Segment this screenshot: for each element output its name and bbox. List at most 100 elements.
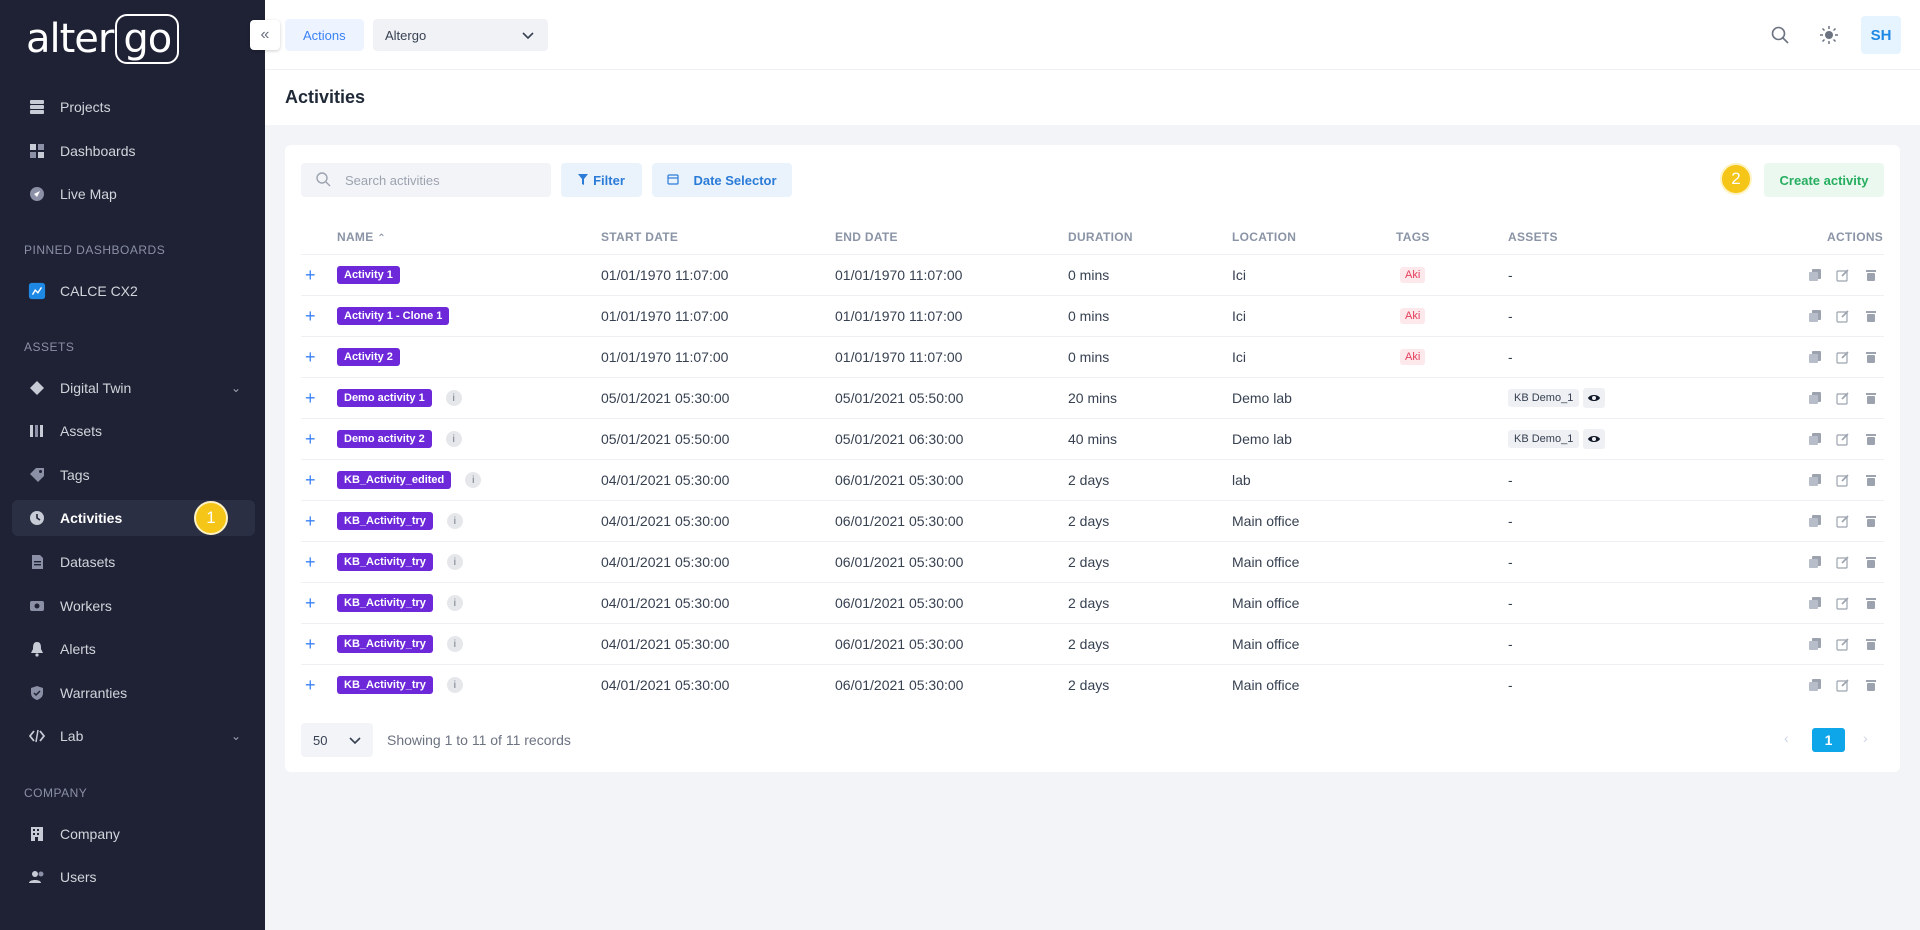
delete-icon[interactable] <box>1864 596 1878 610</box>
edit-icon[interactable] <box>1836 432 1850 446</box>
expand-row-icon[interactable]: + <box>305 337 316 377</box>
copy-icon[interactable] <box>1808 391 1822 405</box>
copy-icon[interactable] <box>1808 555 1822 569</box>
table-row[interactable]: + KB_Activity_try i 04/01/2021 05:30:00 06/0… <box>301 664 1884 705</box>
activity-name-badge[interactable]: KB_Activity_edited <box>337 471 452 489</box>
table-row[interactable]: + Activity 2 01/01/1970 11:07:00 01/01/1970… <box>301 336 1884 377</box>
actions-tab[interactable]: Actions <box>285 19 364 51</box>
activity-name-badge[interactable]: KB_Activity_try <box>337 553 433 571</box>
altergo-logo[interactable]: alter go <box>26 14 180 64</box>
previous-page-icon[interactable]: ‹ <box>1784 730 1789 746</box>
activity-name-badge[interactable]: Demo activity 2 <box>337 430 432 448</box>
activity-name-badge[interactable]: KB_Activity_try <box>337 676 433 694</box>
delete-icon[interactable] <box>1864 391 1878 405</box>
copy-icon[interactable] <box>1808 678 1822 692</box>
activity-name-badge[interactable]: Activity 1 - Clone 1 <box>337 307 450 325</box>
copy-icon[interactable] <box>1808 350 1822 364</box>
expand-row-icon[interactable]: + <box>305 665 316 705</box>
table-row[interactable]: + Demo activity 1 i 05/01/2021 05:30:00 05/0… <box>301 377 1884 418</box>
page-size-select[interactable]: 50 <box>301 723 373 757</box>
sidebar-item-datasets[interactable]: Datasets <box>12 544 255 580</box>
table-row[interactable]: + KB_Activity_try i 04/01/2021 05:30:00 06/0… <box>301 500 1884 541</box>
sidebar-item-assets[interactable]: Assets <box>12 413 255 449</box>
expand-row-icon[interactable]: + <box>305 542 316 582</box>
sidebar-item-live-map[interactable]: Live Map <box>12 176 255 212</box>
sidebar-item-workers[interactable]: Workers <box>12 588 255 624</box>
info-icon[interactable]: i <box>446 677 463 693</box>
column-header-end-date[interactable]: END DATE <box>835 230 898 244</box>
expand-row-icon[interactable]: + <box>305 296 316 336</box>
activity-name-badge[interactable]: KB_Activity_try <box>337 635 433 653</box>
table-row[interactable]: + KB_Activity_edited i 04/01/2021 05:30:00 0… <box>301 459 1884 500</box>
delete-icon[interactable] <box>1864 268 1878 282</box>
sidebar-item-warranties[interactable]: Warranties <box>12 675 255 711</box>
table-row[interactable]: + Activity 1 - Clone 1 01/01/1970 11:07:00… <box>301 295 1884 336</box>
theme-toggle-icon[interactable] <box>1817 23 1841 47</box>
column-header-location[interactable]: LOCATION <box>1232 230 1296 244</box>
activity-name-badge[interactable]: KB_Activity_try <box>337 594 433 612</box>
create-activity-button[interactable]: Create activity <box>1764 163 1884 197</box>
edit-icon[interactable] <box>1836 391 1850 405</box>
sidebar-item-users[interactable]: Users <box>12 859 255 895</box>
activity-name-badge[interactable]: Activity 1 <box>337 266 400 284</box>
asset-chip[interactable]: KB Demo_1 <box>1508 389 1580 407</box>
sidebar-item-tags[interactable]: Tags <box>12 457 255 493</box>
column-header-name[interactable]: NAME ⌃ <box>337 230 386 244</box>
search-input[interactable]: Search activities <box>301 163 551 197</box>
copy-icon[interactable] <box>1808 596 1822 610</box>
copy-icon[interactable] <box>1808 432 1822 446</box>
edit-icon[interactable] <box>1836 309 1850 323</box>
expand-row-icon[interactable]: + <box>305 583 316 623</box>
pinned-dashboard-calce[interactable]: CALCE CX2 <box>12 273 255 309</box>
info-icon[interactable]: i <box>446 595 463 611</box>
expand-row-icon[interactable]: + <box>305 419 316 459</box>
delete-icon[interactable] <box>1864 678 1878 692</box>
edit-icon[interactable] <box>1836 596 1850 610</box>
table-row[interactable]: + KB_Activity_try i 04/01/2021 05:30:00 06/0… <box>301 623 1884 664</box>
copy-icon[interactable] <box>1808 514 1822 528</box>
table-row[interactable]: + KB_Activity_try i 04/01/2021 05:30:00 06/0… <box>301 582 1884 623</box>
column-header-start-date[interactable]: START DATE <box>601 230 678 244</box>
delete-icon[interactable] <box>1864 350 1878 364</box>
copy-icon[interactable] <box>1808 473 1822 487</box>
info-icon[interactable]: i <box>465 472 482 488</box>
expand-row-icon[interactable]: + <box>305 501 316 541</box>
delete-icon[interactable] <box>1864 514 1878 528</box>
table-row[interactable]: + Demo activity 2 i 05/01/2021 05:50:00 05/0… <box>301 418 1884 459</box>
filter-button[interactable]: Filter <box>561 163 642 197</box>
copy-icon[interactable] <box>1808 309 1822 323</box>
expand-row-icon[interactable]: + <box>305 255 316 295</box>
delete-icon[interactable] <box>1864 555 1878 569</box>
organization-select[interactable]: Altergo <box>373 19 548 51</box>
delete-icon[interactable] <box>1864 637 1878 651</box>
eye-icon[interactable] <box>1583 388 1606 408</box>
activity-name-badge[interactable]: KB_Activity_try <box>337 512 433 530</box>
edit-icon[interactable] <box>1836 514 1850 528</box>
next-page-icon[interactable]: › <box>1863 730 1868 746</box>
collapse-sidebar-button[interactable]: « <box>250 20 280 50</box>
search-icon[interactable] <box>1768 23 1792 47</box>
eye-icon[interactable] <box>1583 429 1606 449</box>
edit-icon[interactable] <box>1836 555 1850 569</box>
edit-icon[interactable] <box>1836 350 1850 364</box>
sidebar-item-company[interactable]: Company <box>12 816 255 852</box>
edit-icon[interactable] <box>1836 268 1850 282</box>
asset-chip[interactable]: KB Demo_1 <box>1508 430 1580 448</box>
table-row[interactable]: + Activity 1 01/01/1970 11:07:00 01/01/1970… <box>301 254 1884 295</box>
delete-icon[interactable] <box>1864 473 1878 487</box>
sidebar-item-dashboards[interactable]: Dashboards <box>12 133 255 169</box>
sidebar-item-lab[interactable]: Lab ⌄ <box>12 718 255 754</box>
sidebar-item-digital-twin[interactable]: Digital Twin ⌄ <box>12 370 255 406</box>
edit-icon[interactable] <box>1836 637 1850 651</box>
edit-icon[interactable] <box>1836 473 1850 487</box>
info-icon[interactable]: i <box>445 431 462 447</box>
copy-icon[interactable] <box>1808 268 1822 282</box>
expand-row-icon[interactable]: + <box>305 378 316 418</box>
info-icon[interactable]: i <box>446 513 463 529</box>
info-icon[interactable]: i <box>446 554 463 570</box>
column-header-duration[interactable]: DURATION <box>1068 230 1133 244</box>
info-icon[interactable]: i <box>445 390 462 406</box>
info-icon[interactable]: i <box>446 636 463 652</box>
activity-name-badge[interactable]: Activity 2 <box>337 348 400 366</box>
delete-icon[interactable] <box>1864 432 1878 446</box>
